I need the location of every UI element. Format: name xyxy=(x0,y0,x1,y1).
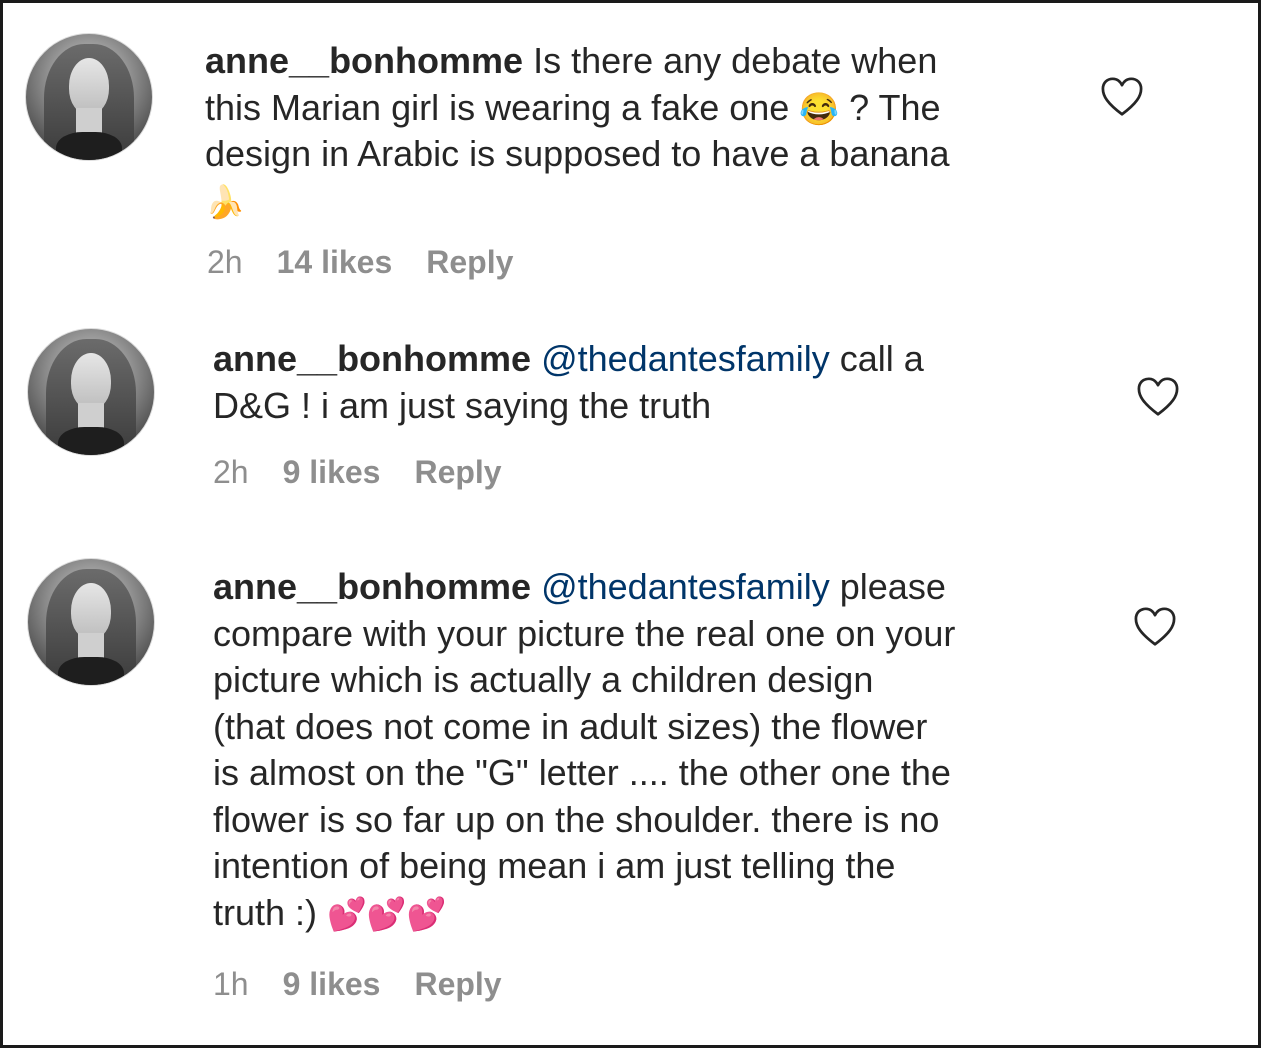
avatar[interactable] xyxy=(27,328,155,456)
comment-meta: 2h 14 likes Reply xyxy=(207,243,547,281)
reply-button[interactable]: Reply xyxy=(414,966,501,1002)
likes-count[interactable]: 9 likes xyxy=(283,966,381,1002)
heart-icon[interactable] xyxy=(1133,607,1177,647)
username[interactable]: anne__bonhomme xyxy=(213,338,531,379)
username[interactable]: anne__bonhomme xyxy=(205,40,523,81)
timestamp: 1h xyxy=(213,966,249,1002)
reply-button[interactable]: Reply xyxy=(414,454,501,490)
timestamp: 2h xyxy=(213,454,249,490)
likes-count[interactable]: 9 likes xyxy=(283,454,381,490)
comment-text: anne__bonhomme Is there any debate when … xyxy=(205,40,950,220)
avatar[interactable] xyxy=(25,33,153,161)
comment-meta: 1h 9 likes Reply xyxy=(213,965,536,1003)
mention-link[interactable]: @thedantesfamily xyxy=(541,338,830,379)
comments-panel: anne__bonhomme Is there any debate when … xyxy=(0,0,1261,1048)
comment-meta: 2h 9 likes Reply xyxy=(213,453,536,491)
heart-icon[interactable] xyxy=(1100,77,1144,117)
comment-text: anne__bonhomme @thedantesfamily please c… xyxy=(213,566,956,933)
username[interactable]: anne__bonhomme xyxy=(213,566,531,607)
avatar[interactable] xyxy=(27,558,155,686)
laughing-emoji: 😂 xyxy=(799,90,840,127)
heart-icon[interactable] xyxy=(1136,377,1180,417)
mention-link[interactable]: @thedantesfamily xyxy=(541,566,830,607)
banana-emoji: 🍌 xyxy=(205,183,245,220)
two-hearts-emoji: 💕💕💕 xyxy=(327,895,447,932)
reply-button[interactable]: Reply xyxy=(426,244,513,280)
likes-count[interactable]: 14 likes xyxy=(277,244,393,280)
timestamp: 2h xyxy=(207,244,243,280)
comment-text: anne__bonhomme @thedantesfamily call a D… xyxy=(213,338,924,426)
